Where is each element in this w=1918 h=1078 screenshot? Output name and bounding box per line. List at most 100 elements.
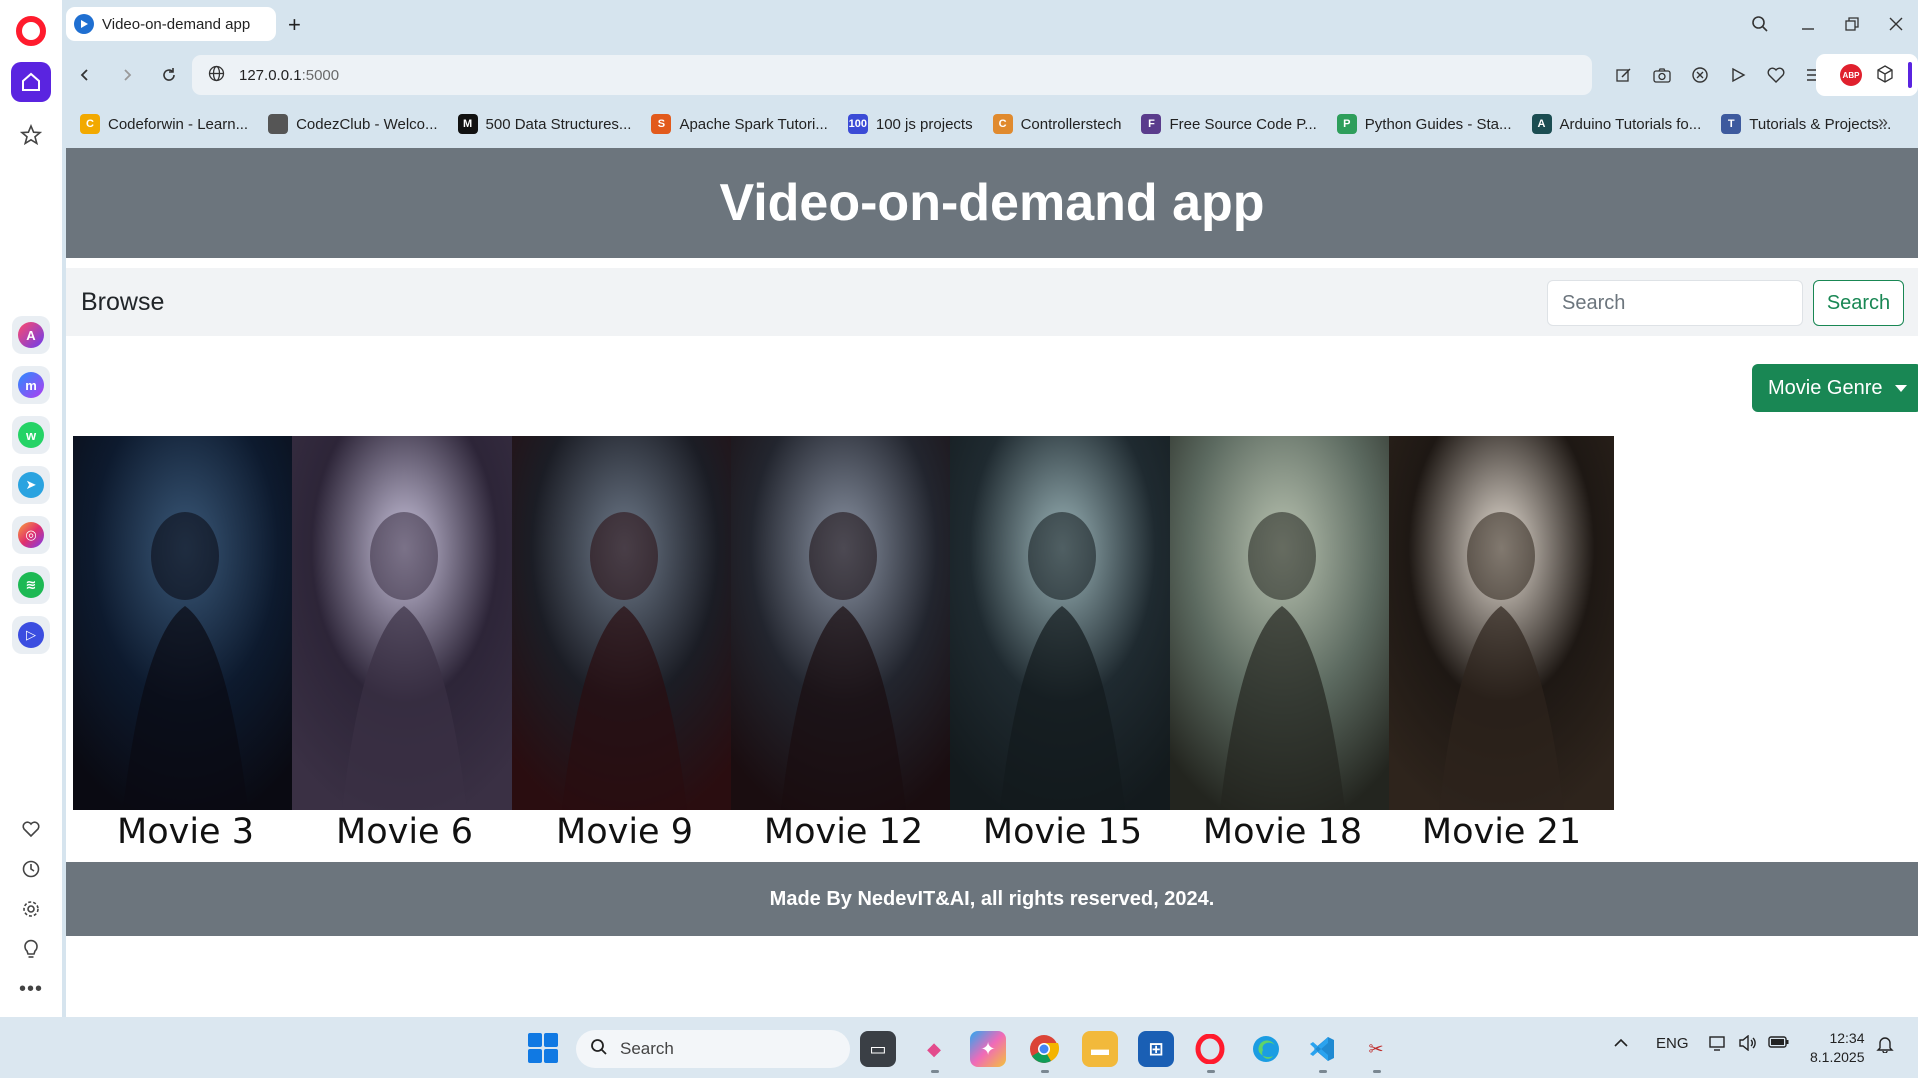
movie-title[interactable]: Movie 6 (292, 812, 517, 852)
player-icon[interactable]: ▷ (12, 616, 50, 654)
movie-title[interactable]: Movie 21 (1389, 812, 1614, 852)
movie-title[interactable]: Movie 15 (950, 812, 1175, 852)
telegram-icon[interactable]: ➤ (12, 466, 50, 504)
bookmarks-overflow-icon[interactable]: » (1878, 112, 1888, 133)
adblock-plus-icon[interactable]: ABP (1840, 64, 1862, 86)
opera-logo-icon[interactable] (16, 16, 46, 46)
movie-card[interactable]: Movie 18 (1170, 436, 1395, 852)
search-input[interactable] (1547, 280, 1803, 326)
movie-card[interactable]: Movie 6 (292, 436, 517, 852)
bookmark-item[interactable]: P Python Guides - Sta... (1336, 114, 1512, 134)
settings-icon[interactable] (14, 892, 48, 926)
bookmark-favicon-icon: T (1721, 114, 1742, 134)
movie-poster[interactable] (512, 436, 737, 810)
bookmark-label: Python Guides - Sta... (1364, 115, 1512, 133)
vscode-icon[interactable] (1304, 1031, 1340, 1067)
bookmark-item[interactable]: T Tutorials & Projects... (1721, 114, 1891, 134)
copilot-icon[interactable]: ✦ (970, 1031, 1006, 1067)
whatsapp-icon[interactable]: w (12, 416, 50, 454)
bookmark-item[interactable]: M 500 Data Structures... (457, 114, 631, 134)
task-view-icon[interactable]: ▭ (860, 1031, 896, 1067)
bookmark-item[interactable]: C Controllerstech (992, 114, 1122, 134)
running-indicator (1207, 1070, 1215, 1073)
close-icon[interactable] (1878, 10, 1914, 38)
language-indicator[interactable]: ENG (1656, 1035, 1689, 1052)
search-button[interactable]: Search (1813, 280, 1904, 326)
home-icon[interactable] (11, 62, 51, 102)
opera-taskbar-icon[interactable] (1192, 1031, 1228, 1067)
taskbar-search[interactable]: Search (576, 1030, 850, 1068)
movie-title[interactable]: Movie 3 (73, 812, 298, 852)
camera-icon[interactable] (1649, 62, 1675, 88)
movie-poster[interactable] (73, 436, 298, 810)
star-icon[interactable] (14, 118, 48, 152)
page-title: Video-on-demand app (719, 174, 1265, 232)
reload-icon[interactable] (156, 62, 182, 88)
bookmark-item[interactable]: A Arduino Tutorials fo... (1531, 114, 1702, 134)
movie-card[interactable]: Movie 15 (950, 436, 1175, 852)
copilot-widget-icon[interactable]: ◆ (916, 1031, 952, 1067)
favorites-heart-icon[interactable] (1763, 62, 1789, 88)
spotify-icon[interactable]: ≋ (12, 566, 50, 604)
tab-video-on-demand[interactable]: Video-on-demand app (66, 7, 276, 41)
sidebar-toggle-indicator[interactable] (1908, 62, 1912, 88)
movie-card[interactable]: Movie 12 (731, 436, 956, 852)
movie-title[interactable]: Movie 9 (512, 812, 737, 852)
movie-poster[interactable] (292, 436, 517, 810)
snipping-tool-icon[interactable]: ✂ (1358, 1031, 1394, 1067)
history-icon[interactable] (14, 852, 48, 886)
lightbulb-icon[interactable] (14, 932, 48, 966)
system-clock[interactable]: 12:34 8.1.2025 (1810, 1029, 1865, 1067)
tab-favicon-icon (74, 14, 94, 34)
movie-card[interactable]: Movie 9 (512, 436, 737, 852)
bookmark-item[interactable]: CodezClub - Welco... (268, 114, 438, 134)
search-tabs-icon[interactable] (1742, 10, 1778, 38)
volume-icon[interactable] (1738, 1034, 1758, 1055)
battery-icon[interactable] (1768, 1035, 1790, 1053)
opera-sidebar: A m w ➤ ◎ ≋ ▷ ••• (0, 0, 62, 1017)
movie-title[interactable]: Movie 12 (731, 812, 956, 852)
heart-icon[interactable] (14, 812, 48, 846)
chrome-icon[interactable] (1026, 1031, 1062, 1067)
messenger-icon[interactable]: m (12, 366, 50, 404)
bookmark-item[interactable]: C Codeforwin - Learn... (80, 114, 248, 134)
movie-card[interactable]: Movie 3 (73, 436, 298, 852)
bookmark-favicon-icon: 100 (847, 114, 868, 134)
aria-app-icon[interactable]: A (12, 316, 50, 354)
tracker-blocker-icon[interactable] (1687, 62, 1713, 88)
edge-icon[interactable] (1248, 1031, 1284, 1067)
bookmark-label: Controllerstech (1020, 115, 1122, 133)
edit-icon[interactable] (1611, 62, 1637, 88)
more-icon[interactable]: ••• (14, 972, 48, 1006)
back-icon[interactable] (72, 62, 98, 88)
instagram-icon[interactable]: ◎ (12, 516, 50, 554)
movie-poster[interactable] (950, 436, 1175, 810)
file-explorer-icon[interactable]: ▬ (1082, 1031, 1118, 1067)
url-input[interactable]: 127.0.0.1:5000 (192, 55, 1592, 95)
bookmark-label: Arduino Tutorials fo... (1559, 115, 1702, 133)
movie-poster[interactable] (731, 436, 956, 810)
notification-bell-icon[interactable] (1876, 1035, 1894, 1057)
bookmark-item[interactable]: F Free Source Code P... (1141, 114, 1317, 134)
extensions-cube-icon[interactable] (1876, 65, 1894, 88)
windows-start-icon[interactable] (528, 1033, 558, 1063)
tray-chevron-up-icon[interactable] (1614, 1035, 1628, 1052)
restore-icon[interactable] (1834, 10, 1870, 38)
network-icon[interactable] (1708, 1035, 1728, 1055)
bookmark-item[interactable]: S Apache Spark Tutori... (651, 114, 828, 134)
navbar-brand[interactable]: Browse (81, 288, 164, 317)
movie-genre-dropdown[interactable]: Movie Genre (1752, 364, 1918, 412)
minimize-icon[interactable] (1790, 10, 1826, 38)
bookmark-item[interactable]: 100 100 js projects (847, 114, 973, 134)
clock-time: 12:34 (1829, 1030, 1865, 1046)
microsoft-store-icon[interactable]: ⊞ (1138, 1031, 1174, 1067)
running-indicator (931, 1070, 939, 1073)
play-icon[interactable] (1725, 62, 1751, 88)
movie-poster[interactable] (1170, 436, 1395, 810)
movie-card[interactable]: Movie 21 (1389, 436, 1614, 852)
forward-icon[interactable] (114, 62, 140, 88)
movie-title[interactable]: Movie 18 (1170, 812, 1395, 852)
movie-poster[interactable] (1389, 436, 1614, 810)
bookmark-label: Codeforwin - Learn... (108, 115, 249, 133)
new-tab-button[interactable]: + (288, 12, 301, 38)
